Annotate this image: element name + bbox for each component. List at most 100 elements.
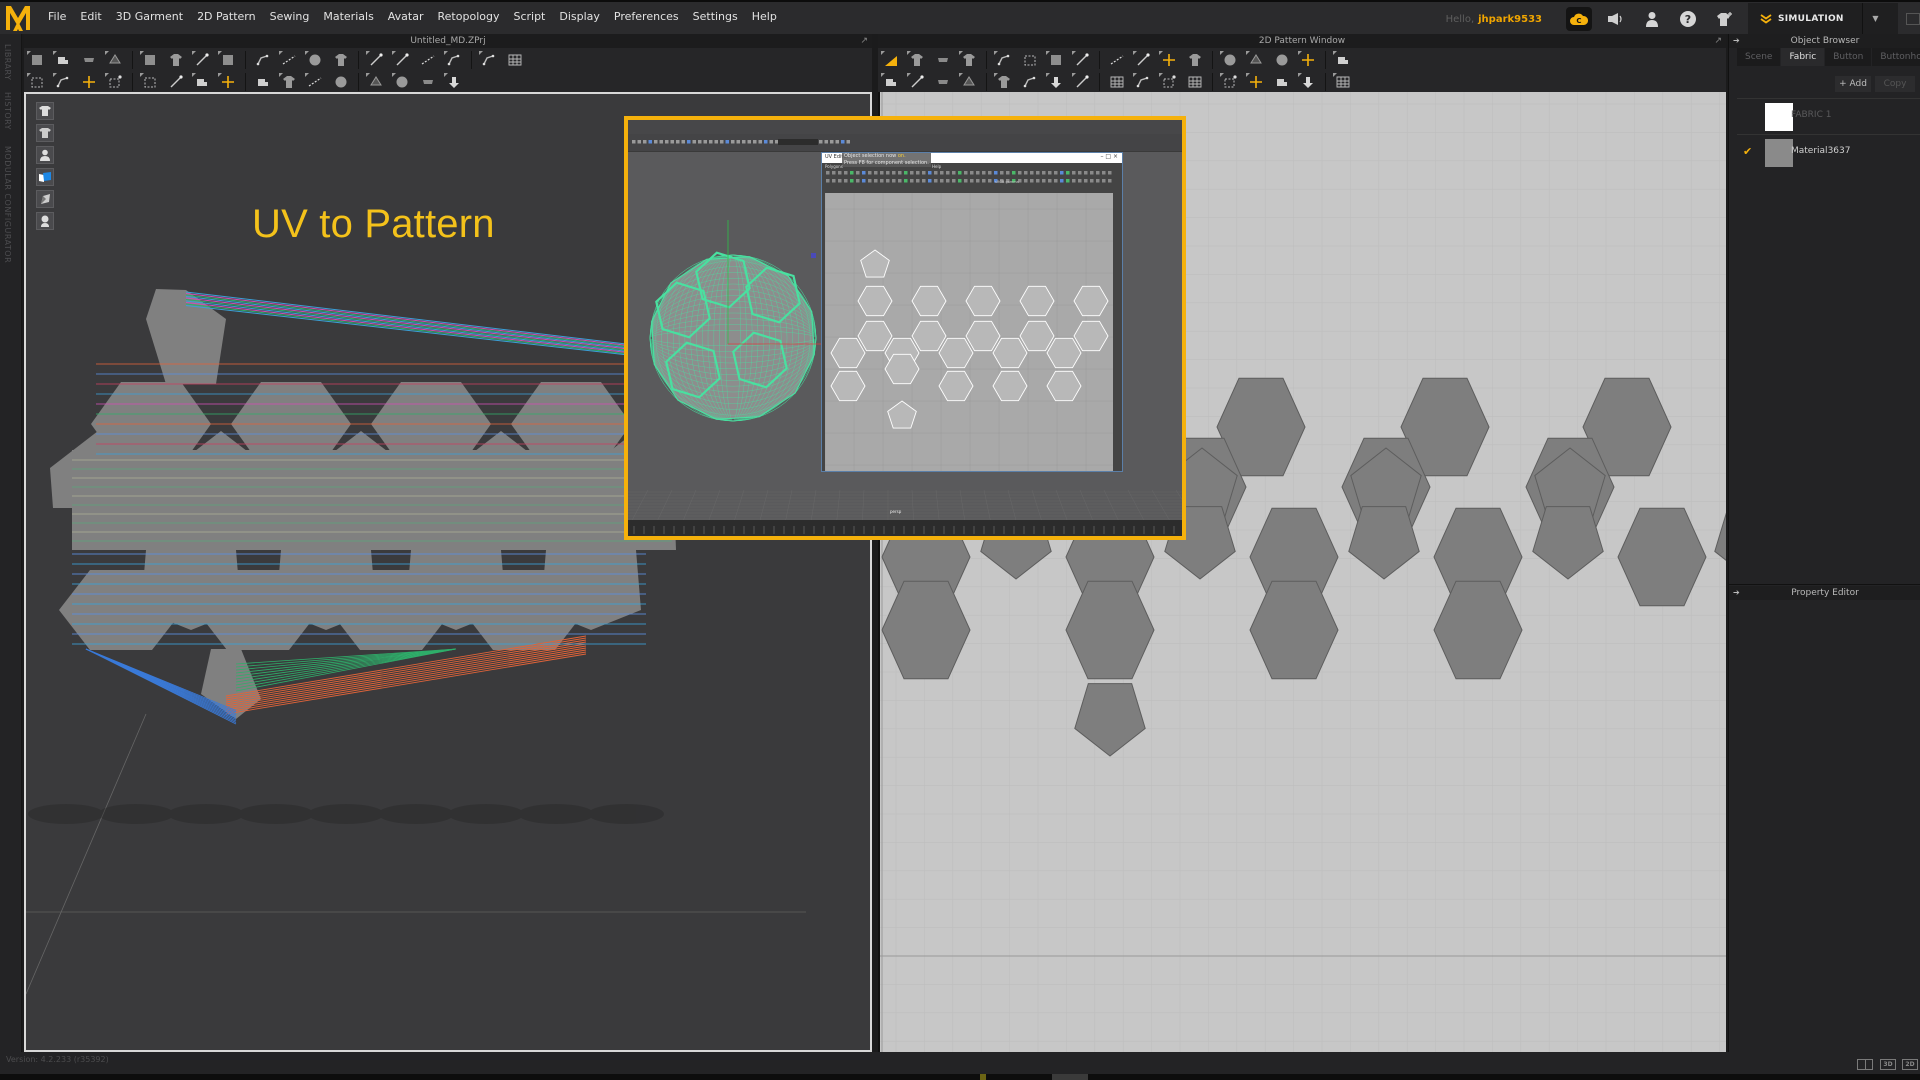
uv-tool[interactable] <box>252 72 274 92</box>
create-rectangle-filled-tool[interactable] <box>1106 50 1128 70</box>
menu-edit[interactable]: Edit <box>73 1 108 35</box>
select-point-tool[interactable] <box>104 50 126 70</box>
seamline-tool[interactable] <box>1219 72 1241 92</box>
edit-curvature-tool[interactable] <box>78 72 100 92</box>
flat-tool[interactable] <box>443 72 465 92</box>
pin-icon[interactable]: ➔ <box>1733 34 1740 48</box>
pin-tool[interactable] <box>252 50 274 70</box>
segment-sewing-tool[interactable] <box>880 72 902 92</box>
pattern-piece[interactable] <box>1617 507 1707 607</box>
split-view-button[interactable] <box>1857 1059 1873 1070</box>
undock-icon[interactable]: ↗ <box>860 34 868 48</box>
feedback-button[interactable] <box>1604 7 1628 31</box>
create-internal-polygon-tool[interactable] <box>1071 50 1093 70</box>
pattern-piece[interactable] <box>881 580 971 680</box>
internal-circle-tool[interactable] <box>1219 50 1241 70</box>
avatar-uv-tool[interactable] <box>1071 72 1093 92</box>
modular-configurator-tab[interactable]: MODULAR CONFIGURATOR <box>3 146 12 263</box>
grid-tool[interactable] <box>1297 72 1319 92</box>
fold-3d-tool[interactable] <box>391 50 413 70</box>
3d-view-button[interactable]: 3D <box>1880 1059 1896 1070</box>
create-polygon-tool[interactable] <box>1019 50 1041 70</box>
fold-arrange-tool[interactable] <box>365 50 387 70</box>
menu-file[interactable]: File <box>41 1 73 35</box>
pattern-piece[interactable] <box>1532 506 1604 580</box>
add-garment-button[interactable] <box>1712 7 1736 31</box>
account-button[interactable] <box>1640 7 1664 31</box>
library-tab[interactable]: LIBRARY <box>3 44 12 80</box>
menu-avatar[interactable]: Avatar <box>381 1 431 35</box>
topstitch-tool[interactable] <box>365 72 387 92</box>
layer-tool[interactable] <box>165 72 187 92</box>
pattern-piece[interactable] <box>1714 507 1726 579</box>
app-logo[interactable] <box>3 3 33 33</box>
free-sewing-tool[interactable] <box>906 72 928 92</box>
tab-button[interactable]: Button <box>1825 48 1872 66</box>
menu-3d-garment[interactable]: 3D Garment <box>109 1 190 35</box>
menu-preferences[interactable]: Preferences <box>607 1 686 35</box>
edit-length-tool[interactable] <box>104 72 126 92</box>
pleat-tool[interactable] <box>1297 50 1319 70</box>
tuck-tool[interactable] <box>1332 50 1354 70</box>
menu-materials[interactable]: Materials <box>316 1 380 35</box>
menu-sewing[interactable]: Sewing <box>263 1 317 35</box>
curve-topstitch-tool[interactable] <box>1245 72 1267 92</box>
button-tool[interactable] <box>330 72 352 92</box>
pin-icon[interactable]: ➔ <box>1733 586 1740 600</box>
2d-view-button[interactable]: 2D <box>1902 1059 1918 1070</box>
pattern-uv-tool[interactable] <box>1106 72 1128 92</box>
iron-tool[interactable] <box>1019 72 1041 92</box>
fabric-item[interactable]: ✔ Material3637 <box>1737 134 1920 168</box>
edit-point-tool[interactable] <box>932 50 954 70</box>
texture-grid-tool[interactable] <box>1132 72 1154 92</box>
pattern-piece[interactable] <box>1074 683 1146 757</box>
pattern-piece[interactable] <box>1065 580 1155 680</box>
username[interactable]: jhpark9533 <box>1478 14 1542 25</box>
tab-fabric[interactable]: Fabric <box>1781 48 1825 66</box>
create-rectangle-tool[interactable] <box>1045 50 1067 70</box>
menu-script[interactable]: Script <box>506 1 552 35</box>
free-sewing-tool[interactable] <box>217 50 239 70</box>
edit-pattern-tool[interactable] <box>139 50 161 70</box>
fabric-texture-tool[interactable] <box>278 72 300 92</box>
menu-display[interactable]: Display <box>552 1 607 35</box>
sewing-tool[interactable] <box>165 50 187 70</box>
fold-tool[interactable] <box>330 50 352 70</box>
copy-fabric-button[interactable]: Copy <box>1875 76 1915 92</box>
pattern-piece[interactable] <box>1249 580 1339 680</box>
pattern-grid-tool[interactable] <box>1332 72 1354 92</box>
fabric-item[interactable]: FABRIC 1 <box>1737 98 1920 132</box>
create-circle-tool[interactable] <box>1132 50 1154 70</box>
garment-pin-tool[interactable] <box>304 50 326 70</box>
topstitch-tool[interactable] <box>1184 72 1206 92</box>
measure-tool[interactable] <box>504 50 526 70</box>
check-sewing-tool[interactable] <box>958 72 980 92</box>
strengthen-tool[interactable] <box>443 50 465 70</box>
edit-curve-tool[interactable] <box>52 72 74 92</box>
move-tool[interactable] <box>26 50 48 70</box>
internal-polygon-tool[interactable] <box>1158 50 1180 70</box>
add-point-tool[interactable] <box>993 50 1015 70</box>
lasso-tool[interactable] <box>478 50 500 70</box>
menu-settings[interactable]: Settings <box>686 1 745 35</box>
line-topstitch-tool[interactable] <box>1271 72 1293 92</box>
mode-selector[interactable]: SIMULATION ▼ <box>1748 3 1898 35</box>
menu-2d-pattern[interactable]: 2D Pattern <box>190 1 263 35</box>
help-button[interactable]: ? <box>1676 7 1700 31</box>
arrange-tool[interactable] <box>417 50 439 70</box>
internal-rectangle-tool[interactable] <box>1184 50 1206 70</box>
m-n-sewing-tool[interactable] <box>932 72 954 92</box>
dart-tool[interactable] <box>1245 50 1267 70</box>
edit-pattern-tool[interactable] <box>906 50 928 70</box>
pattern-piece[interactable] <box>1348 506 1420 580</box>
mode-dropdown-arrow[interactable]: ▼ <box>1862 3 1888 35</box>
minimize-button[interactable] <box>1906 13 1920 25</box>
transform-tool[interactable] <box>52 50 74 70</box>
add-fabric-button[interactable]: + Add <box>1835 76 1871 92</box>
zipper-tool[interactable] <box>417 72 439 92</box>
tab-buttonhole[interactable]: Buttonhole <box>1872 48 1920 66</box>
steam-tool[interactable] <box>139 72 161 92</box>
menu-help[interactable]: Help <box>745 1 784 35</box>
segment-sewing-tool[interactable] <box>191 50 213 70</box>
edit-curve-point-tool[interactable] <box>958 50 980 70</box>
